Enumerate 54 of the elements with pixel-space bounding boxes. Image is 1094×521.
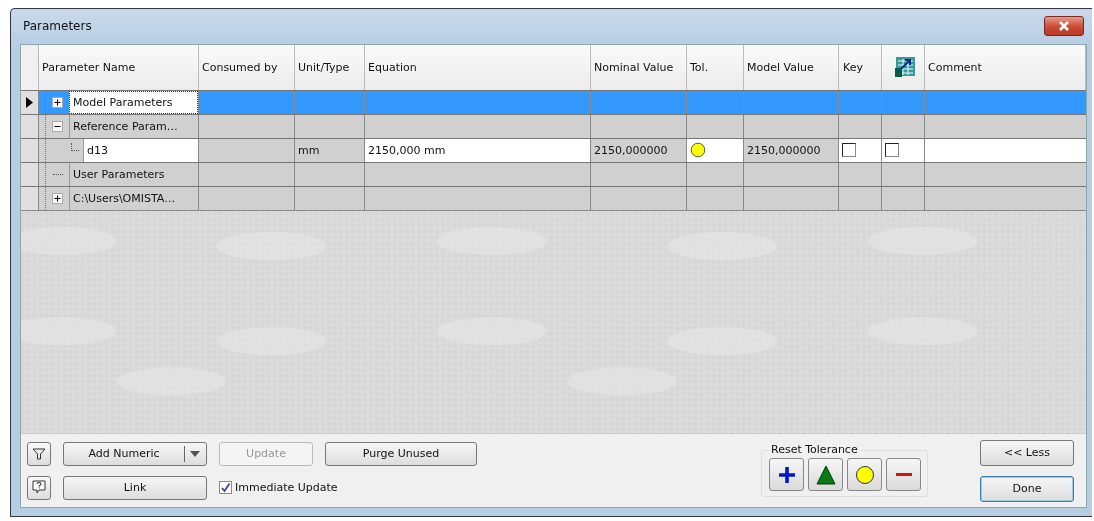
group-name[interactable]: User Parameters xyxy=(69,162,198,186)
column-header[interactable]: Unit/Type xyxy=(295,44,365,90)
group-name[interactable]: Reference Param… xyxy=(69,114,198,138)
done-button[interactable]: Done xyxy=(980,475,1074,502)
plus-icon xyxy=(776,464,797,485)
reset-tolerance-button[interactable] xyxy=(769,458,804,491)
table-cell: 2150,000 mm xyxy=(368,143,446,157)
group-title: Reset Tolerance xyxy=(769,443,860,456)
expand-toggle[interactable] xyxy=(52,192,63,204)
current-row-icon xyxy=(26,96,33,108)
purge-unused-button[interactable]: Purge Unused xyxy=(325,441,477,466)
table-cell: 2150,000000 xyxy=(747,143,821,157)
close-icon xyxy=(1057,21,1071,32)
group-name[interactable]: C:\Users\OMISTA… xyxy=(69,186,198,210)
column-header[interactable]: Consumed by xyxy=(199,44,295,90)
help-button[interactable] xyxy=(27,475,51,500)
table-cell: 2150,000000 xyxy=(594,143,668,157)
export-checkbox[interactable] xyxy=(885,143,899,158)
column-header[interactable]: Parameter Name xyxy=(39,44,199,90)
link-button[interactable]: Link xyxy=(63,475,207,500)
add-numeric-button[interactable]: Add Numeric xyxy=(63,441,207,466)
dropdown-caret-icon[interactable] xyxy=(190,450,200,457)
table-export-icon xyxy=(894,56,916,79)
column-header[interactable]: Tol. xyxy=(687,44,744,90)
minus-icon xyxy=(895,472,912,477)
less-button[interactable]: << Less xyxy=(980,439,1074,466)
row-header[interactable] xyxy=(21,90,39,114)
parameter-name[interactable]: d13 xyxy=(83,138,198,162)
table-cell[interactable] xyxy=(925,138,1086,162)
filter-button[interactable] xyxy=(27,441,51,466)
circle-icon xyxy=(854,464,875,485)
immediate-update-checkbox[interactable]: Immediate Update xyxy=(219,481,338,494)
triangle-icon xyxy=(815,464,836,485)
filter-icon xyxy=(32,446,46,461)
reset-tolerance-button[interactable] xyxy=(886,458,921,491)
column-header[interactable]: Equation xyxy=(365,44,591,90)
column-header[interactable]: Nominal Value xyxy=(591,44,687,90)
tree-connector xyxy=(71,143,79,152)
collapse-toggle[interactable] xyxy=(52,120,63,132)
checkmark-icon xyxy=(220,482,231,493)
table-cell: mm xyxy=(298,143,320,157)
group-name[interactable]: Model Parameters xyxy=(69,90,198,114)
reset-tolerance-button[interactable] xyxy=(847,458,882,491)
close-button[interactable] xyxy=(1044,16,1084,37)
tree-connector xyxy=(52,173,63,175)
reset-tolerance-button[interactable] xyxy=(808,458,843,491)
column-header[interactable]: Key xyxy=(839,44,882,90)
key-checkbox[interactable] xyxy=(842,143,856,158)
window-title: Parameters xyxy=(23,19,92,34)
column-header[interactable]: Model Value xyxy=(744,44,839,90)
expand-toggle[interactable] xyxy=(52,96,63,108)
column-header[interactable] xyxy=(882,44,925,90)
column-header[interactable]: Comment xyxy=(925,44,1086,90)
help-icon xyxy=(32,480,46,495)
